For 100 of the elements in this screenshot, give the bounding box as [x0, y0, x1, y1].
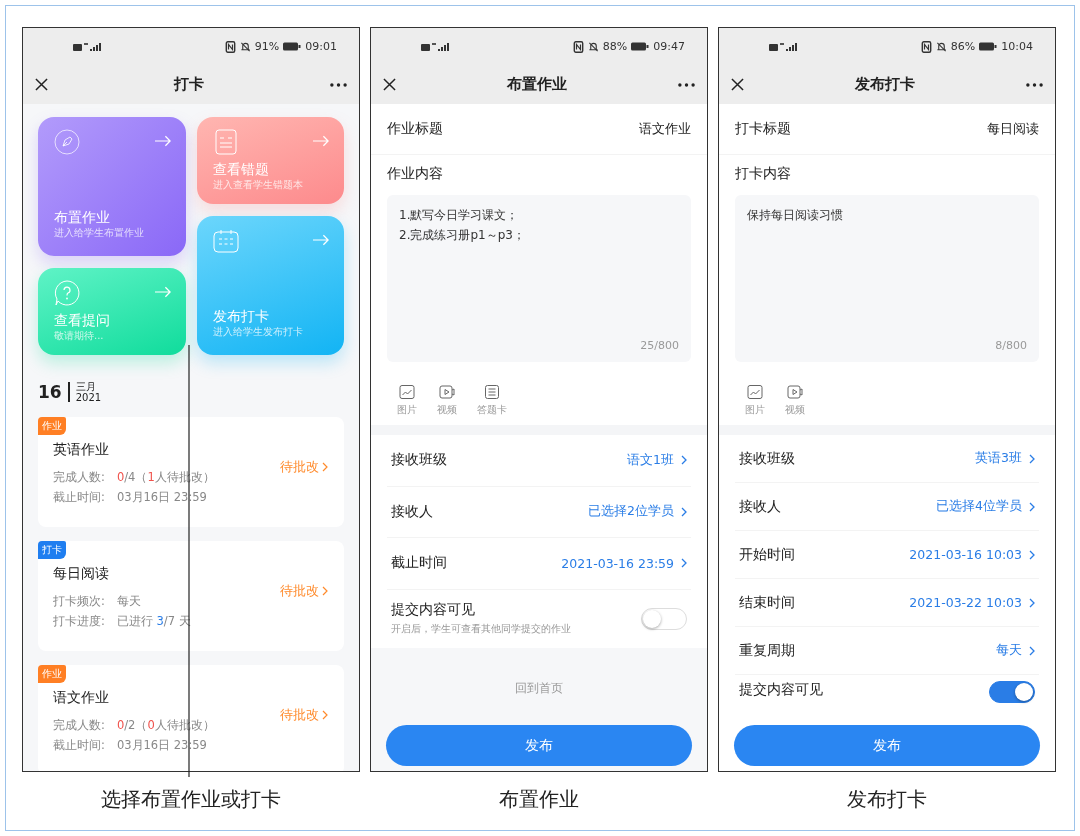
type-tag: 作业 — [38, 417, 66, 435]
attachment-button[interactable]: 视频 — [785, 384, 805, 417]
video-icon — [439, 384, 455, 400]
field-value-link[interactable]: 英语3班 — [975, 450, 1035, 467]
clock-time: 09:01 — [305, 40, 337, 53]
battery-percent: 91% — [254, 40, 280, 53]
battery-icon — [283, 42, 302, 51]
list-icon — [484, 384, 500, 400]
field-hint: 开启后，学生可查看其他同学提交的作业 — [391, 622, 571, 636]
field-label: 打卡内容 — [735, 164, 792, 183]
field-value-link[interactable]: 语文1班 — [627, 451, 687, 469]
clock-time: 10:04 — [1001, 40, 1033, 53]
field-value-link[interactable]: 已选择4位学员 — [936, 498, 1035, 515]
image-icon — [399, 384, 415, 400]
field-label: 接收人 — [391, 502, 433, 521]
info-label: 截止时间: — [53, 489, 105, 506]
field-label: 提交内容可见 — [739, 681, 823, 699]
calendar-icon — [212, 228, 239, 254]
character-counter: 8/800 — [995, 339, 1027, 352]
date-month: 三月 — [75, 381, 97, 392]
review-status-link[interactable]: 待批改 — [280, 458, 328, 476]
tile-title: 查看错题 — [212, 160, 270, 178]
field-label: 接收人 — [739, 497, 781, 516]
character-counter: 25/800 — [640, 339, 679, 352]
chevron-icon — [322, 586, 328, 596]
publish-button[interactable]: 发布 — [734, 725, 1040, 766]
tile-subtitle: 敬请期待... — [54, 329, 105, 343]
review-status-link[interactable]: 待批改 — [280, 706, 328, 724]
question-bubble-icon — [54, 280, 80, 306]
type-tag: 打卡 — [38, 541, 66, 559]
network-status-icon — [769, 41, 799, 52]
arrow-right-icon — [154, 135, 172, 147]
review-status-link[interactable]: 待批改 — [280, 582, 328, 600]
info-label: 截止时间: — [53, 737, 105, 754]
attachment-button[interactable]: 图片 — [745, 384, 765, 417]
field-value-link[interactable]: 2021-03-16 10:03 — [909, 547, 1035, 562]
publish-button[interactable]: 发布 — [386, 725, 692, 766]
close-icon[interactable] — [731, 78, 744, 91]
close-icon[interactable] — [35, 78, 48, 91]
arrow-right-icon — [154, 286, 172, 298]
content-text: 保持每日阅读习惯 — [747, 207, 844, 224]
chevron-icon — [1029, 645, 1035, 656]
chevron-icon — [1029, 597, 1035, 608]
chevron-icon — [1029, 549, 1035, 560]
network-status-icon — [73, 41, 103, 52]
field-label: 作业标题 — [387, 120, 443, 138]
mute-icon — [935, 40, 947, 53]
figure-caption: 发布打卡 — [847, 786, 927, 813]
field-label: 打卡标题 — [735, 120, 791, 138]
document-icon — [212, 129, 239, 155]
tile-subtitle: 进入给学生发布打卡 — [212, 325, 304, 339]
more-icon[interactable] — [330, 82, 347, 87]
tile-subtitle: 进入给学生布置作业 — [54, 226, 145, 240]
page-title: 布置作业 — [506, 75, 568, 94]
field-value-link[interactable]: 每天 — [996, 642, 1035, 659]
chevron-icon — [681, 506, 687, 517]
figure-caption: 选择布置作业或打卡 — [101, 786, 281, 813]
field-value-link[interactable]: 2021-03-16 23:59 — [561, 555, 687, 571]
date-day: 16 — [38, 382, 62, 402]
back-home-link[interactable]: 回到首页 — [515, 679, 563, 696]
info-label: 完成人数: — [53, 469, 105, 486]
close-icon[interactable] — [383, 78, 396, 91]
feature-tile[interactable]: 布置作业 进入给学生布置作业 — [38, 117, 186, 256]
content-text: 1.默写今日学习课文； 2.完成练习册p1～p3； — [399, 207, 526, 244]
field-label: 提交内容可见 — [391, 601, 476, 619]
tile-title: 布置作业 — [54, 208, 111, 226]
content-text-area[interactable]: 1.默写今日学习课文； 2.完成练习册p1～p3； 25/800 — [387, 195, 691, 362]
info-label: 打卡频次: — [53, 593, 105, 610]
title-value[interactable]: 语文作业 — [639, 120, 691, 138]
attachment-button[interactable]: 图片 — [397, 384, 417, 417]
video-icon — [787, 384, 803, 400]
task-title: 语文作业 — [53, 689, 110, 707]
info-label: 打卡进度: — [53, 613, 105, 630]
more-icon[interactable] — [678, 82, 695, 87]
figure-caption: 布置作业 — [499, 786, 579, 813]
field-value-link[interactable]: 已选择2位学员 — [588, 503, 687, 521]
battery-icon — [631, 42, 650, 51]
chevron-icon — [1029, 453, 1035, 464]
network-status-icon — [421, 41, 451, 52]
date-year: 2021 — [75, 392, 102, 403]
date-divider — [67, 382, 70, 402]
page-title: 打卡 — [172, 75, 205, 94]
more-icon[interactable] — [1026, 82, 1043, 87]
field-label: 重复周期 — [739, 641, 795, 660]
nfc-icon — [572, 40, 584, 53]
page-title: 发布打卡 — [854, 75, 916, 94]
attachment-button[interactable]: 视频 — [437, 384, 457, 417]
field-label: 接收班级 — [739, 449, 795, 468]
title-value[interactable]: 每日阅读 — [987, 120, 1039, 138]
field-label: 结束时间 — [739, 593, 795, 612]
nfc-icon — [920, 40, 932, 53]
image-icon — [747, 384, 763, 400]
field-label: 作业内容 — [387, 164, 444, 183]
chevron-icon — [322, 710, 328, 720]
toggle-switch[interactable] — [989, 681, 1035, 703]
chevron-icon — [1029, 501, 1035, 512]
attachment-button[interactable]: 答题卡 — [477, 384, 507, 417]
battery-percent: 86% — [950, 40, 976, 53]
field-value-link[interactable]: 2021-03-22 10:03 — [909, 595, 1035, 610]
content-text-area[interactable]: 保持每日阅读习惯 8/800 — [735, 195, 1039, 362]
